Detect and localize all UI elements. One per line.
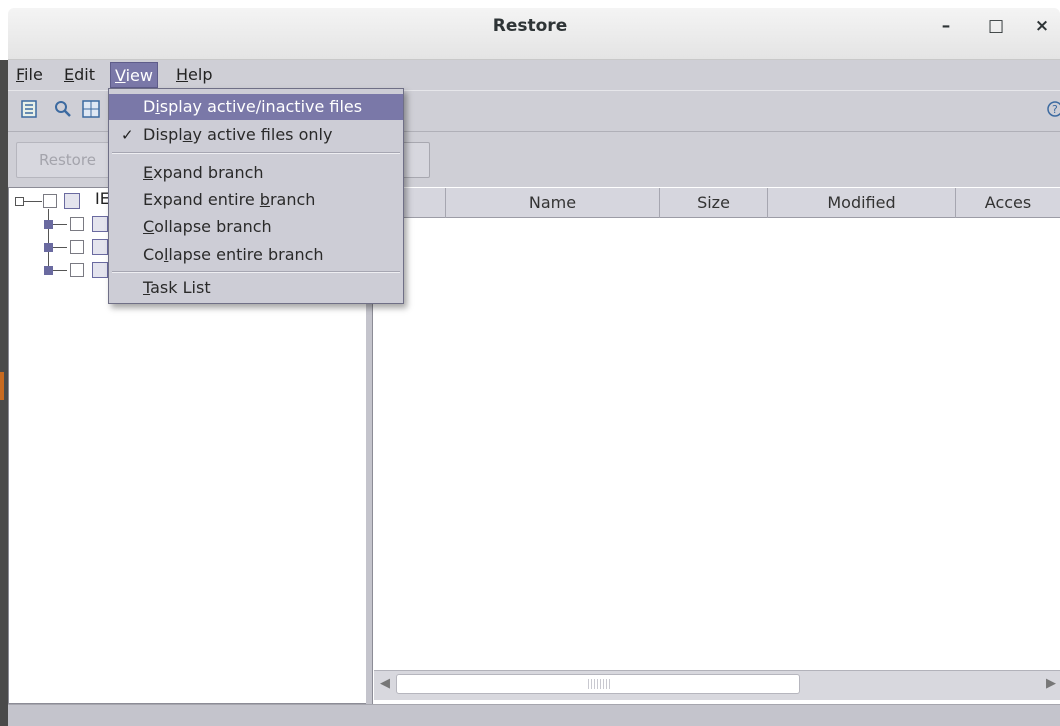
close-button[interactable]: ×	[1030, 14, 1054, 38]
help-icon[interactable]: ?	[1046, 100, 1060, 118]
tree-connector	[53, 247, 67, 248]
folder-icon	[92, 262, 108, 278]
computer-icon	[64, 193, 80, 209]
tree-connector	[48, 209, 49, 271]
node-checkbox[interactable]	[70, 263, 84, 277]
menu-file[interactable]: File	[12, 62, 47, 88]
minimize-button[interactable]: –	[934, 14, 958, 38]
menu-item-task-list[interactable]: Task List	[109, 275, 403, 301]
tree-connector	[53, 224, 67, 225]
node-checkbox[interactable]	[70, 240, 84, 254]
restore-button[interactable]: Restore	[16, 142, 120, 178]
expand-toggle[interactable]	[44, 220, 53, 229]
menu-item-expand-branch[interactable]: Expand branch	[109, 160, 403, 186]
menu-item-collapse-branch[interactable]: Collapse branch	[109, 214, 403, 240]
menu-item-collapse-entire-branch[interactable]: Collapse entire branch	[109, 242, 403, 268]
status-bar	[8, 704, 1060, 726]
menu-item-expand-entire-branch[interactable]: Expand entire branch	[109, 187, 403, 213]
scroll-left-icon[interactable]: ◀	[376, 674, 394, 694]
grid-icon[interactable]	[82, 100, 100, 118]
menu-item-display-active-inactive[interactable]: Display active/inactive files	[109, 94, 403, 120]
drive-icon	[92, 239, 108, 255]
list-icon[interactable]	[20, 100, 38, 118]
scroll-right-icon[interactable]: ▶	[1042, 674, 1060, 694]
menu-help[interactable]: Help	[172, 62, 216, 88]
node-checkbox[interactable]	[70, 217, 84, 231]
expand-toggle[interactable]	[44, 266, 53, 275]
scrollbar-grip	[588, 679, 610, 689]
tree-connector	[24, 201, 42, 202]
tree-connector	[53, 270, 67, 271]
collapse-toggle[interactable]	[15, 197, 24, 206]
menu-separator	[112, 271, 400, 273]
menu-view[interactable]: View	[110, 62, 158, 88]
column-header-size[interactable]: Size	[660, 188, 768, 218]
file-list-pane[interactable]	[372, 187, 1060, 704]
menu-bar	[8, 62, 1060, 88]
search-icon[interactable]	[54, 100, 72, 118]
root-checkbox[interactable]	[43, 194, 57, 208]
menu-edit[interactable]: Edit	[60, 62, 99, 88]
column-header-select[interactable]	[408, 188, 446, 218]
background-accent	[0, 372, 4, 400]
expand-toggle[interactable]	[44, 243, 53, 252]
filesystem-icon	[92, 216, 108, 232]
svg-text:?: ?	[1052, 103, 1058, 116]
menu-separator	[112, 152, 400, 154]
maximize-button[interactable]: □	[984, 14, 1008, 38]
column-header-name[interactable]: Name	[446, 188, 660, 218]
window-title: Restore	[492, 16, 568, 36]
menu-item-display-active-only[interactable]: Display active files only	[109, 122, 403, 148]
column-header-modified[interactable]: Modified	[768, 188, 956, 218]
column-header-accessed[interactable]: Acces	[956, 188, 1060, 218]
